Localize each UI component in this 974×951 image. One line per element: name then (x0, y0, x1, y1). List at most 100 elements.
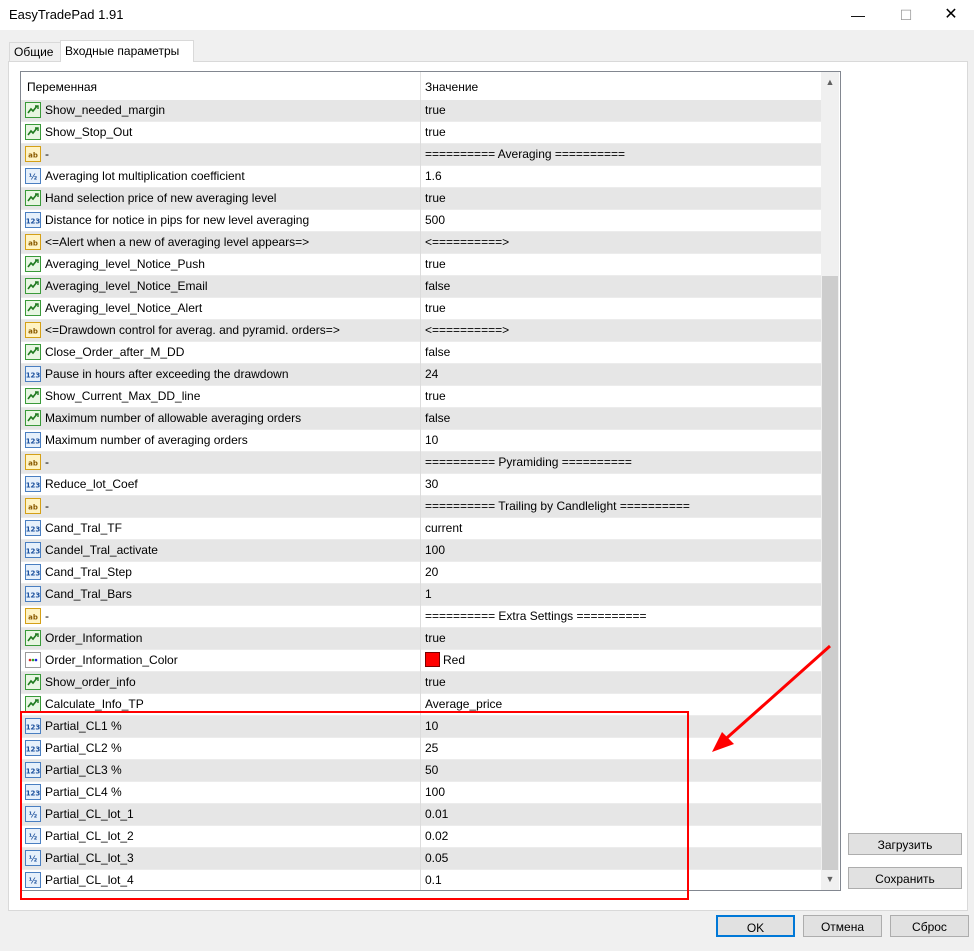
param-name-cell[interactable]: ab <=Alert when a new of averaging level … (25, 232, 309, 253)
tab-input-parameters[interactable]: Входные параметры (60, 40, 194, 62)
table-row[interactable]: 123 Candel_Tral_activate 100 (21, 540, 821, 562)
reset-button[interactable]: Сброс (890, 915, 969, 937)
scroll-up-icon[interactable]: ▲ (821, 74, 839, 91)
table-row[interactable]: 123 Cand_Tral_TF current (21, 518, 821, 540)
param-value-cell[interactable]: Red (425, 650, 465, 671)
param-name-cell[interactable]: ab - (25, 496, 49, 517)
table-row[interactable]: 123 Cand_Tral_Bars 1 (21, 584, 821, 606)
table-row[interactable]: Averaging_level_Notice_Email false (21, 276, 821, 298)
param-name-cell[interactable]: 123 Cand_Tral_Step (25, 562, 132, 583)
param-value-cell[interactable]: <==========> (425, 232, 509, 253)
param-name-cell[interactable]: ab - (25, 606, 49, 627)
param-name-cell[interactable]: Show_order_info (25, 672, 136, 693)
param-name-cell[interactable]: 123 Reduce_lot_Coef (25, 474, 138, 495)
header-variable[interactable]: Переменная (27, 72, 97, 100)
table-row[interactable]: Averaging_level_Notice_Alert true (21, 298, 821, 320)
table-row[interactable]: Averaging_level_Notice_Push true (21, 254, 821, 276)
param-name-cell[interactable]: 123 Pause in hours after exceeding the dr… (25, 364, 289, 385)
param-value-cell[interactable]: false (425, 276, 450, 297)
ok-button[interactable]: OK (716, 915, 795, 937)
param-value-cell[interactable]: <==========> (425, 320, 509, 341)
table-row[interactable]: ab - ========== Extra Settings ========== (21, 606, 821, 628)
table-row[interactable]: 123 Maximum number of averaging orders 10 (21, 430, 821, 452)
table-row[interactable]: Show_Stop_Out true (21, 122, 821, 144)
param-name-cell[interactable]: Averaging_level_Notice_Alert (25, 298, 202, 319)
param-name-cell[interactable]: ½ Averaging lot multiplication coefficien… (25, 166, 245, 187)
param-name-cell[interactable]: Averaging_level_Notice_Push (25, 254, 205, 275)
column-separator (420, 650, 421, 672)
table-row[interactable]: Show_needed_margin true (21, 100, 821, 122)
param-value-cell[interactable]: 20 (425, 562, 438, 583)
column-separator (420, 628, 421, 650)
table-row[interactable]: ab <=Drawdown control for averag. and pyr… (21, 320, 821, 342)
param-name-cell[interactable]: 123 Cand_Tral_Bars (25, 584, 132, 605)
cancel-button[interactable]: Отмена (803, 915, 882, 937)
table-row[interactable]: ½ Averaging lot multiplication coefficien… (21, 166, 821, 188)
param-value-cell[interactable]: true (425, 672, 446, 693)
param-name-cell[interactable]: Show_Current_Max_DD_line (25, 386, 200, 407)
param-value-cell[interactable]: 10 (425, 430, 438, 451)
param-name-cell[interactable]: Show_needed_margin (25, 100, 165, 121)
param-name-cell[interactable]: Order_Information (25, 628, 142, 649)
param-value-cell[interactable]: ========== Averaging ========== (425, 144, 625, 165)
param-value-cell[interactable]: false (425, 408, 450, 429)
param-value-cell[interactable]: current (425, 518, 462, 539)
scroll-thumb[interactable] (822, 276, 838, 870)
table-row[interactable]: ab - ========== Pyramiding ========== (21, 452, 821, 474)
scroll-down-icon[interactable]: ▼ (821, 871, 839, 888)
param-name-cell[interactable]: Hand selection price of new averaging le… (25, 188, 276, 209)
table-row[interactable]: 123 Cand_Tral_Step 20 (21, 562, 821, 584)
param-value-cell[interactable]: ========== Pyramiding ========== (425, 452, 632, 473)
param-value-cell[interactable]: 1 (425, 584, 432, 605)
table-row[interactable]: ab <=Alert when a new of averaging level … (21, 232, 821, 254)
table-row[interactable]: 123 Pause in hours after exceeding the dr… (21, 364, 821, 386)
table-row[interactable]: Maximum number of allowable averaging or… (21, 408, 821, 430)
table-row[interactable]: ab - ========== Averaging ========== (21, 144, 821, 166)
bool-param-icon (25, 299, 41, 316)
param-value-cell[interactable]: 500 (425, 210, 445, 231)
param-value-cell[interactable]: ========== Trailing by Candlelight =====… (425, 496, 690, 517)
param-name-cell[interactable]: 123 Distance for notice in pips for new l… (25, 210, 309, 231)
param-value-cell[interactable]: 30 (425, 474, 438, 495)
save-button[interactable]: Сохранить (848, 867, 962, 889)
table-row[interactable]: 123 Reduce_lot_Coef 30 (21, 474, 821, 496)
table-row[interactable]: ab - ========== Trailing by Candlelight ==… (21, 496, 821, 518)
maximize-button[interactable]: ☐ (883, 0, 929, 30)
table-row[interactable]: Close_Order_after_M_DD false (21, 342, 821, 364)
param-name-cell[interactable]: Averaging_level_Notice_Email (25, 276, 208, 297)
param-value-cell[interactable]: false (425, 342, 450, 363)
load-button[interactable]: Загрузить (848, 833, 962, 855)
table-row[interactable]: Hand selection price of new averaging le… (21, 188, 821, 210)
param-value-cell[interactable]: 100 (425, 540, 445, 561)
param-name-cell[interactable]: Order_Information_Color (25, 650, 178, 671)
header-value[interactable]: Значение (425, 72, 478, 100)
param-value-cell[interactable]: true (425, 254, 446, 275)
param-name-cell[interactable]: 123 Candel_Tral_activate (25, 540, 158, 561)
param-name-cell[interactable]: 123 Maximum number of averaging orders (25, 430, 248, 451)
param-value-cell[interactable]: true (425, 386, 446, 407)
param-value-cell[interactable]: true (425, 628, 446, 649)
param-name-cell[interactable]: ab - (25, 144, 49, 165)
param-value-cell[interactable]: true (425, 188, 446, 209)
param-value-cell[interactable]: ========== Extra Settings ========== (425, 606, 647, 627)
tab-general[interactable]: Общие (9, 42, 67, 62)
param-value-cell[interactable]: true (425, 298, 446, 319)
param-value-cell[interactable]: true (425, 100, 446, 121)
bool-param-icon (25, 629, 41, 646)
minimize-button[interactable]: — (835, 0, 881, 30)
table-row[interactable]: 123 Distance for notice in pips for new l… (21, 210, 821, 232)
close-button[interactable]: ✕ (928, 0, 974, 30)
param-name-cell[interactable]: Maximum number of allowable averaging or… (25, 408, 301, 429)
param-name-cell[interactable]: ab <=Drawdown control for averag. and pyr… (25, 320, 340, 341)
param-name-cell[interactable]: ab - (25, 452, 49, 473)
vertical-scrollbar[interactable]: ▲ ▼ (821, 72, 839, 890)
param-value-cell[interactable]: 24 (425, 364, 438, 385)
param-name-cell[interactable]: Close_Order_after_M_DD (25, 342, 184, 363)
param-name-cell[interactable]: Show_Stop_Out (25, 122, 132, 143)
param-name-cell[interactable]: 123 Cand_Tral_TF (25, 518, 122, 539)
color-param-icon (25, 651, 41, 668)
param-name: Averaging_level_Notice_Email (45, 279, 208, 293)
table-row[interactable]: Show_Current_Max_DD_line true (21, 386, 821, 408)
param-value-cell[interactable]: 1.6 (425, 166, 442, 187)
param-value-cell[interactable]: true (425, 122, 446, 143)
